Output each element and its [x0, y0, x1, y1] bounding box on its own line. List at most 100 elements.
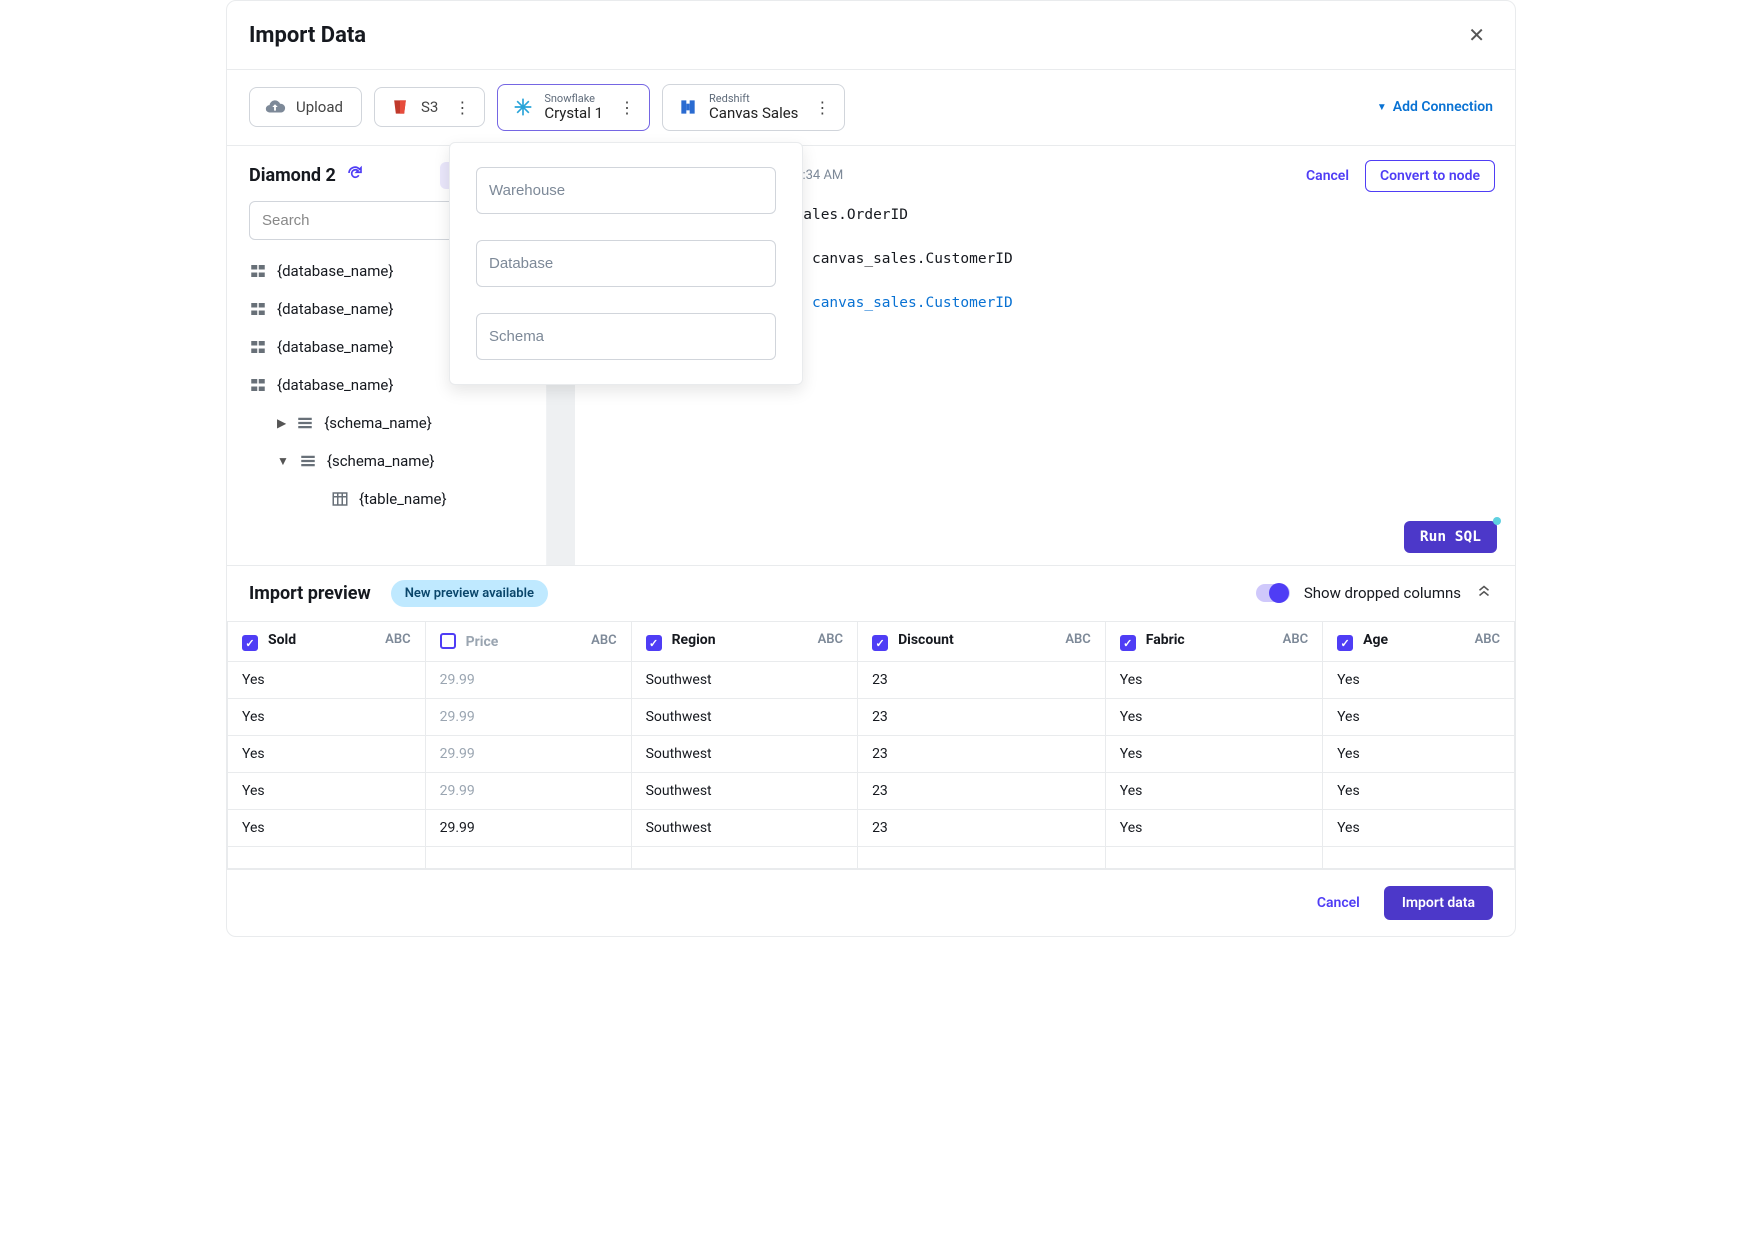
schema-input[interactable]: [476, 313, 776, 360]
column-header[interactable]: PriceABC: [425, 621, 631, 662]
redshift-main-label: Canvas Sales: [709, 105, 798, 122]
upload-button[interactable]: Upload: [249, 87, 362, 127]
table-cell: 23: [858, 699, 1106, 736]
collapse-icon[interactable]: [1475, 582, 1493, 604]
snowflake-main-label: Crystal 1: [544, 105, 603, 122]
table-cell: 29.99: [425, 810, 631, 847]
table-cell: 29.99: [425, 773, 631, 810]
run-sql-button[interactable]: Run SQL: [1404, 521, 1497, 553]
snowflake-chip[interactable]: Snowflake Crystal 1 ⋮: [497, 84, 650, 131]
schema-icon: [299, 452, 317, 470]
table-cell: 29.99: [425, 736, 631, 773]
table-cell: 23: [858, 773, 1106, 810]
add-connection-label: Add Connection: [1393, 99, 1493, 115]
cloud-upload-icon: [264, 96, 286, 118]
warehouse-input[interactable]: [476, 167, 776, 214]
column-name: Sold: [268, 632, 296, 648]
table-row: Yes29.99Southwest23YesYes: [228, 810, 1515, 847]
table-row: Yes29.99Southwest23YesYes: [228, 773, 1515, 810]
table-cell: Yes: [1323, 773, 1515, 810]
column-header[interactable]: ✓ Sold ABC: [228, 621, 426, 662]
table-cell: 29.99: [425, 699, 631, 736]
table-cell: [858, 847, 1106, 869]
table-cell: Yes: [228, 810, 426, 847]
close-icon[interactable]: ✕: [1460, 19, 1493, 51]
redshift-menu-icon[interactable]: ⋮: [814, 98, 830, 117]
column-name: Region: [672, 632, 716, 648]
snowflake-menu-icon[interactable]: ⋮: [619, 98, 635, 117]
database-icon: [249, 338, 267, 356]
table-cell: Yes: [1105, 810, 1322, 847]
show-dropped-label: Show dropped columns: [1304, 584, 1461, 602]
table-cell: 23: [858, 662, 1106, 699]
dataset-title: Diamond 2: [249, 165, 336, 186]
table-row: Yes29.99Southwest23YesYes: [228, 662, 1515, 699]
table-cell: [631, 847, 857, 869]
column-type: ABC: [1283, 632, 1308, 647]
column-name: Fabric: [1146, 632, 1185, 648]
column-type: ABC: [1475, 632, 1500, 647]
database-label: {database_name}: [277, 262, 393, 280]
table-row: Yes29.99Southwest23YesYes: [228, 699, 1515, 736]
database-label: {database_name}: [277, 338, 393, 356]
column-checkbox[interactable]: ✓: [1120, 635, 1136, 651]
schema-label: {schema_name}: [324, 414, 432, 432]
column-checkbox[interactable]: ✓: [872, 635, 888, 651]
add-connection-button[interactable]: ▼ Add Connection: [1377, 99, 1493, 115]
context-popover: [449, 142, 803, 385]
table-cell: 23: [858, 736, 1106, 773]
column-header[interactable]: ✓DiscountABC: [858, 621, 1106, 662]
table-cell: Yes: [1105, 662, 1322, 699]
column-header[interactable]: ✓RegionABC: [631, 621, 857, 662]
table-label: {table_name}: [359, 490, 447, 508]
schema-item[interactable]: ▶ {schema_name}: [249, 404, 524, 442]
schema-icon: [296, 414, 314, 432]
new-preview-pill[interactable]: New preview available: [391, 580, 548, 607]
redshift-chip[interactable]: Redshift Canvas Sales ⋮: [662, 84, 845, 131]
column-name: Age: [1363, 632, 1388, 648]
column-name: Discount: [898, 632, 954, 648]
s3-button[interactable]: S3 ⋮: [374, 87, 485, 127]
table-item[interactable]: {table_name}: [249, 480, 524, 518]
show-dropped-toggle[interactable]: [1256, 584, 1290, 602]
column-type: ABC: [385, 632, 410, 647]
table-cell: Yes: [1323, 810, 1515, 847]
refresh-icon[interactable]: [346, 164, 364, 186]
convert-to-node-button[interactable]: Convert to node: [1365, 160, 1495, 192]
schema-label: {schema_name}: [327, 452, 435, 470]
redshift-icon: [677, 96, 699, 118]
table-cell: 29.99: [425, 662, 631, 699]
table-cell: [1105, 847, 1322, 869]
import-data-button[interactable]: Import data: [1384, 886, 1493, 920]
database-icon: [249, 376, 267, 394]
column-type: ABC: [591, 633, 616, 648]
column-checkbox[interactable]: ✓: [646, 635, 662, 651]
database-icon: [249, 262, 267, 280]
database-label: {database_name}: [277, 300, 393, 318]
s3-icon: [389, 96, 411, 118]
database-label: {database_name}: [277, 376, 393, 394]
preview-title: Import preview: [249, 583, 371, 604]
table-cell: [425, 847, 631, 869]
column-checkbox[interactable]: ✓: [242, 635, 258, 651]
table-cell: 23: [858, 810, 1106, 847]
caret-down-icon: ▼: [277, 454, 289, 468]
table-cell: Southwest: [631, 773, 857, 810]
database-input[interactable]: [476, 240, 776, 287]
table-cell: Yes: [1105, 773, 1322, 810]
cancel-button[interactable]: Cancel: [1317, 895, 1360, 911]
table-cell: [228, 847, 426, 869]
table-cell: Yes: [1323, 699, 1515, 736]
s3-menu-icon[interactable]: ⋮: [454, 98, 470, 117]
table-cell: [1323, 847, 1515, 869]
column-header[interactable]: ✓ Age ABC: [1323, 621, 1515, 662]
s3-label: S3: [421, 98, 438, 116]
schema-item[interactable]: ▼ {schema_name}: [249, 442, 524, 480]
column-checkbox[interactable]: [440, 633, 456, 649]
table-row: [228, 847, 1515, 869]
table-cell: Yes: [1105, 699, 1322, 736]
column-checkbox[interactable]: ✓: [1337, 635, 1353, 651]
cancel-edit-button[interactable]: Cancel: [1306, 168, 1349, 184]
table-cell: Yes: [228, 699, 426, 736]
column-header[interactable]: ✓ Fabric ABC: [1105, 621, 1322, 662]
